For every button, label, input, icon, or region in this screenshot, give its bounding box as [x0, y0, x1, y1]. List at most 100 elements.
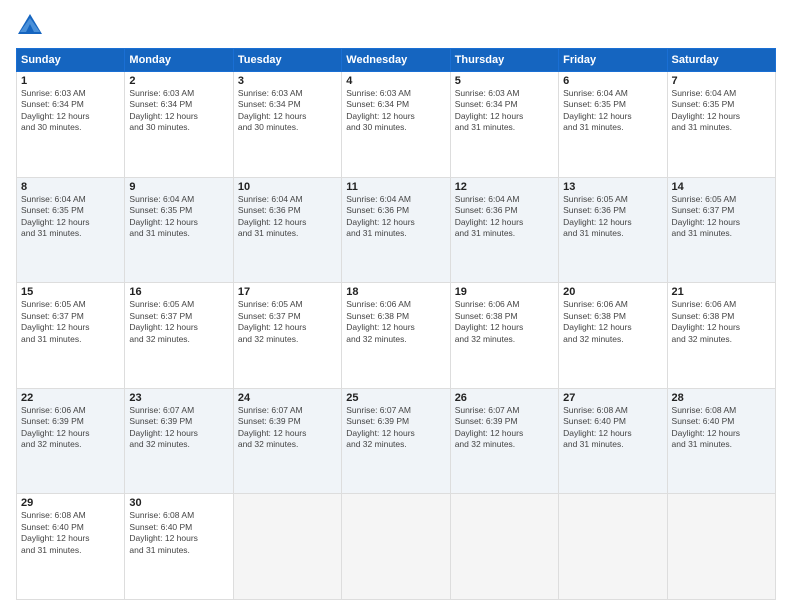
table-row: 23Sunrise: 6:07 AMSunset: 6:39 PMDayligh…: [125, 388, 233, 494]
table-row: 27Sunrise: 6:08 AMSunset: 6:40 PMDayligh…: [559, 388, 667, 494]
day-info: Sunrise: 6:03 AMSunset: 6:34 PMDaylight:…: [129, 88, 228, 134]
col-wednesday: Wednesday: [342, 49, 450, 72]
col-tuesday: Tuesday: [233, 49, 341, 72]
day-info: Sunrise: 6:04 AMSunset: 6:36 PMDaylight:…: [238, 194, 337, 240]
day-number: 20: [563, 286, 662, 298]
header-row: Sunday Monday Tuesday Wednesday Thursday…: [17, 49, 776, 72]
day-number: 6: [563, 75, 662, 87]
day-info: Sunrise: 6:08 AMSunset: 6:40 PMDaylight:…: [21, 510, 120, 556]
day-number: 25: [346, 392, 445, 404]
day-number: 10: [238, 181, 337, 193]
day-number: 7: [672, 75, 771, 87]
calendar-week-4: 22Sunrise: 6:06 AMSunset: 6:39 PMDayligh…: [17, 388, 776, 494]
col-monday: Monday: [125, 49, 233, 72]
day-info: Sunrise: 6:06 AMSunset: 6:39 PMDaylight:…: [21, 405, 120, 451]
day-info: Sunrise: 6:05 AMSunset: 6:37 PMDaylight:…: [238, 299, 337, 345]
table-row: 20Sunrise: 6:06 AMSunset: 6:38 PMDayligh…: [559, 283, 667, 389]
calendar-week-2: 8Sunrise: 6:04 AMSunset: 6:35 PMDaylight…: [17, 177, 776, 283]
logo-icon: [16, 12, 44, 40]
calendar-week-3: 15 Sunrise: 6:05 AMSunset: 6:37 PMDayligh…: [17, 283, 776, 389]
day-info: Sunrise: 6:07 AMSunset: 6:39 PMDaylight:…: [238, 405, 337, 451]
col-sunday: Sunday: [17, 49, 125, 72]
day-number: 26: [455, 392, 554, 404]
logo: [16, 12, 48, 40]
page: Sunday Monday Tuesday Wednesday Thursday…: [0, 0, 792, 612]
col-thursday: Thursday: [450, 49, 558, 72]
table-row: 15Sunrise: 6:05 AMSunset: 6:37 PMDayligh…: [17, 283, 125, 389]
table-row: 22Sunrise: 6:06 AMSunset: 6:39 PMDayligh…: [17, 388, 125, 494]
table-row: 3Sunrise: 6:03 AMSunset: 6:34 PMDaylight…: [233, 72, 341, 178]
table-row: [450, 494, 558, 600]
table-row: 11Sunrise: 6:04 AMSunset: 6:36 PMDayligh…: [342, 177, 450, 283]
table-row: 19Sunrise: 6:06 AMSunset: 6:38 PMDayligh…: [450, 283, 558, 389]
day-number: 1: [21, 75, 120, 87]
day-number: 2: [129, 75, 228, 87]
table-row: 8Sunrise: 6:04 AMSunset: 6:35 PMDaylight…: [17, 177, 125, 283]
table-row: 12Sunrise: 6:04 AMSunset: 6:36 PMDayligh…: [450, 177, 558, 283]
table-row: 21Sunrise: 6:06 AMSunset: 6:38 PMDayligh…: [667, 283, 775, 389]
day-info: Sunrise: 6:07 AMSunset: 6:39 PMDaylight:…: [346, 405, 445, 451]
day-number: 23: [129, 392, 228, 404]
day-number: 29: [21, 497, 120, 509]
day-info: Sunrise: 6:03 AMSunset: 6:34 PMDaylight:…: [346, 88, 445, 134]
day-info: Sunrise: 6:04 AMSunset: 6:35 PMDaylight:…: [672, 88, 771, 134]
table-row: [667, 494, 775, 600]
day-number: 8: [21, 181, 120, 193]
day-number: 4: [346, 75, 445, 87]
table-row: 28Sunrise: 6:08 AMSunset: 6:40 PMDayligh…: [667, 388, 775, 494]
table-row: 9Sunrise: 6:04 AMSunset: 6:35 PMDaylight…: [125, 177, 233, 283]
day-info: Sunrise: 6:05 AMSunset: 6:37 PMDaylight:…: [129, 299, 228, 345]
day-info: Sunrise: 6:04 AMSunset: 6:36 PMDaylight:…: [455, 194, 554, 240]
day-number: 11: [346, 181, 445, 193]
day-info: Sunrise: 6:06 AMSunset: 6:38 PMDaylight:…: [672, 299, 771, 345]
calendar-week-5: 29Sunrise: 6:08 AMSunset: 6:40 PMDayligh…: [17, 494, 776, 600]
day-number: 14: [672, 181, 771, 193]
day-number: 17: [238, 286, 337, 298]
table-row: [342, 494, 450, 600]
day-number: 22: [21, 392, 120, 404]
day-info: Sunrise: 6:06 AMSunset: 6:38 PMDaylight:…: [346, 299, 445, 345]
day-info: Sunrise: 6:03 AMSunset: 6:34 PMDaylight:…: [238, 88, 337, 134]
day-number: 24: [238, 392, 337, 404]
day-info: Sunrise: 6:05 AMSunset: 6:37 PMDaylight:…: [672, 194, 771, 240]
table-row: 24Sunrise: 6:07 AMSunset: 6:39 PMDayligh…: [233, 388, 341, 494]
col-friday: Friday: [559, 49, 667, 72]
day-info: Sunrise: 6:05 AMSunset: 6:36 PMDaylight:…: [563, 194, 662, 240]
table-row: 30Sunrise: 6:08 AMSunset: 6:40 PMDayligh…: [125, 494, 233, 600]
table-row: 7Sunrise: 6:04 AMSunset: 6:35 PMDaylight…: [667, 72, 775, 178]
day-info: Sunrise: 6:08 AMSunset: 6:40 PMDaylight:…: [672, 405, 771, 451]
day-info: Sunrise: 6:04 AMSunset: 6:35 PMDaylight:…: [129, 194, 228, 240]
day-number: 27: [563, 392, 662, 404]
day-number: 16: [129, 286, 228, 298]
table-row: 2Sunrise: 6:03 AMSunset: 6:34 PMDaylight…: [125, 72, 233, 178]
day-number: 3: [238, 75, 337, 87]
day-info: Sunrise: 6:04 AMSunset: 6:35 PMDaylight:…: [21, 194, 120, 240]
day-number: 15: [21, 286, 120, 298]
day-info: Sunrise: 6:07 AMSunset: 6:39 PMDaylight:…: [455, 405, 554, 451]
day-info: Sunrise: 6:03 AMSunset: 6:34 PMDaylight:…: [21, 88, 120, 134]
table-row: 25Sunrise: 6:07 AMSunset: 6:39 PMDayligh…: [342, 388, 450, 494]
table-row: 16Sunrise: 6:05 AMSunset: 6:37 PMDayligh…: [125, 283, 233, 389]
day-number: 18: [346, 286, 445, 298]
calendar-week-1: 1Sunrise: 6:03 AMSunset: 6:34 PMDaylight…: [17, 72, 776, 178]
table-row: 17Sunrise: 6:05 AMSunset: 6:37 PMDayligh…: [233, 283, 341, 389]
day-info: Sunrise: 6:06 AMSunset: 6:38 PMDaylight:…: [455, 299, 554, 345]
day-info: Sunrise: 6:07 AMSunset: 6:39 PMDaylight:…: [129, 405, 228, 451]
table-row: 26Sunrise: 6:07 AMSunset: 6:39 PMDayligh…: [450, 388, 558, 494]
day-number: 9: [129, 181, 228, 193]
day-number: 5: [455, 75, 554, 87]
table-row: 29Sunrise: 6:08 AMSunset: 6:40 PMDayligh…: [17, 494, 125, 600]
day-number: 28: [672, 392, 771, 404]
table-row: 13Sunrise: 6:05 AMSunset: 6:36 PMDayligh…: [559, 177, 667, 283]
day-number: 13: [563, 181, 662, 193]
table-row: [233, 494, 341, 600]
day-number: 21: [672, 286, 771, 298]
day-number: 19: [455, 286, 554, 298]
day-number: 12: [455, 181, 554, 193]
table-row: 5Sunrise: 6:03 AMSunset: 6:34 PMDaylight…: [450, 72, 558, 178]
day-number: 30: [129, 497, 228, 509]
table-row: 10Sunrise: 6:04 AMSunset: 6:36 PMDayligh…: [233, 177, 341, 283]
table-row: 18Sunrise: 6:06 AMSunset: 6:38 PMDayligh…: [342, 283, 450, 389]
calendar-table: Sunday Monday Tuesday Wednesday Thursday…: [16, 48, 776, 600]
day-info: Sunrise: 6:08 AMSunset: 6:40 PMDaylight:…: [563, 405, 662, 451]
